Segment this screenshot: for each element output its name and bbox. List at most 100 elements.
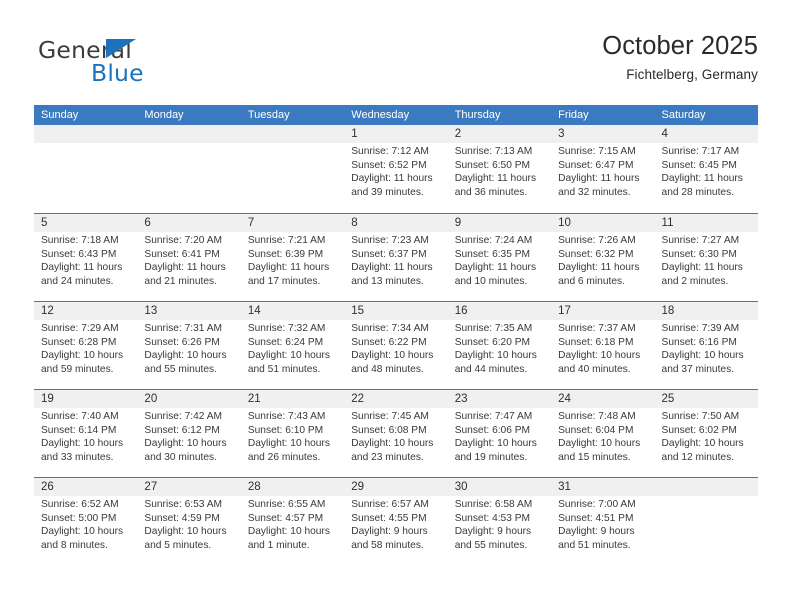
daylight-duration-line2: and 37 minutes. (661, 363, 735, 375)
day-sun-info: Sunrise: 7:26 AM Sunset: 6:32 PM Daylight:… (558, 234, 648, 288)
daylight-duration-line1: Daylight: 11 hours (144, 262, 226, 274)
day-number: 6 (144, 217, 151, 229)
weekday-header-friday: Friday (558, 109, 589, 121)
calendar-day-cell[interactable]: 14 Sunrise: 7:32 AM Sunset: 6:24 PM Dayligh… (241, 302, 344, 389)
calendar-day-cell[interactable]: 4 Sunrise: 7:17 AM Sunset: 6:45 PM Daylight… (655, 125, 758, 213)
calendar-day-cell[interactable]: 3 Sunrise: 7:15 AM Sunset: 6:47 PM Daylight… (551, 125, 654, 213)
calendar-day-cell[interactable]: 19 Sunrise: 7:40 AM Sunset: 6:14 PM Dayligh… (34, 390, 137, 477)
calendar-day-cell[interactable]: 13 Sunrise: 7:31 AM Sunset: 6:26 PM Dayligh… (137, 302, 240, 389)
sunset-time: Sunset: 4:51 PM (558, 512, 634, 524)
calendar-day-cell[interactable]: 30 Sunrise: 6:58 AM Sunset: 4:53 PM Dayligh… (448, 478, 551, 565)
calendar-day-cell[interactable]: 8 Sunrise: 7:23 AM Sunset: 6:37 PM Daylight… (344, 214, 447, 301)
daylight-duration-line2: and 21 minutes. (144, 275, 217, 287)
daylight-duration-line1: Daylight: 10 hours (41, 438, 124, 450)
sunrise-time: Sunrise: 7:34 AM (351, 323, 429, 334)
day-sun-info: Sunrise: 7:23 AM Sunset: 6:37 PM Daylight:… (351, 234, 441, 288)
day-number: 31 (558, 481, 571, 493)
daylight-duration-line2: and 48 minutes. (351, 363, 424, 375)
daylight-duration-line1: Daylight: 11 hours (558, 173, 640, 185)
calendar-week-row: 19 Sunrise: 7:40 AM Sunset: 6:14 PM Dayligh… (34, 389, 758, 477)
calendar-day-cell[interactable]: 31 Sunrise: 7:00 AM Sunset: 4:51 PM Dayligh… (551, 478, 654, 565)
daylight-duration-line2: and 40 minutes. (558, 363, 631, 375)
sunrise-time: Sunrise: 7:40 AM (41, 411, 119, 422)
sunset-time: Sunset: 6:35 PM (454, 248, 531, 260)
sunrise-time: Sunrise: 6:52 AM (41, 499, 119, 510)
calendar-day-cell[interactable]: 15 Sunrise: 7:34 AM Sunset: 6:22 PM Dayligh… (344, 302, 447, 389)
calendar-weeks: 1 Sunrise: 7:12 AM Sunset: 6:52 PM Daylight… (34, 125, 758, 565)
calendar-day-cell[interactable]: 10 Sunrise: 7:26 AM Sunset: 6:32 PM Dayligh… (551, 214, 654, 301)
sunset-time: Sunset: 6:50 PM (454, 159, 531, 171)
calendar-day-cell[interactable]: 22 Sunrise: 7:45 AM Sunset: 6:08 PM Dayligh… (344, 390, 447, 477)
day-number: 9 (454, 217, 462, 229)
day-sun-info: Sunrise: 7:32 AM Sunset: 6:24 PM Daylight:… (248, 322, 338, 376)
calendar-day-cell[interactable]: 5 Sunrise: 7:18 AM Sunset: 6:43 PM Daylight… (34, 214, 137, 301)
calendar-day-cell[interactable]: 18 Sunrise: 7:39 AM Sunset: 6:16 PM Dayligh… (655, 302, 758, 389)
calendar-day-cell[interactable]: 11 Sunrise: 7:27 AM Sunset: 6:30 PM Dayligh… (655, 214, 758, 301)
daylight-duration-line1: Daylight: 11 hours (247, 262, 330, 274)
calendar-day-cell[interactable]: 23 Sunrise: 7:47 AM Sunset: 6:06 PM Dayligh… (448, 390, 551, 477)
day-number: 5 (41, 217, 48, 229)
calendar-day-cell[interactable]: 1 Sunrise: 7:12 AM Sunset: 6:52 PM Daylight… (344, 125, 447, 213)
daylight-duration-line1: Daylight: 10 hours (351, 350, 434, 362)
sunrise-time: Sunrise: 6:58 AM (454, 499, 533, 510)
sunset-time: Sunset: 6:02 PM (661, 424, 737, 436)
daylight-duration-line2: and 10 minutes. (454, 275, 528, 287)
calendar-day-cell[interactable]: 26 Sunrise: 6:52 AM Sunset: 5:00 PM Dayligh… (34, 478, 137, 565)
daylight-duration-line1: Daylight: 10 hours (661, 350, 744, 362)
day-number: 18 (661, 305, 675, 317)
calendar-day-cell[interactable]: 29 Sunrise: 6:57 AM Sunset: 4:55 PM Dayligh… (344, 478, 447, 565)
calendar-day-cell[interactable]: 28 Sunrise: 6:55 AM Sunset: 4:57 PM Dayligh… (241, 478, 344, 565)
sunrise-time: Sunrise: 7:43 AM (247, 411, 326, 422)
calendar-day-cell[interactable]: 12 Sunrise: 7:29 AM Sunset: 6:28 PM Dayligh… (34, 302, 137, 389)
daylight-duration-line2: and 51 minutes. (558, 539, 631, 551)
sunset-time: Sunset: 6:45 PM (661, 159, 737, 171)
calendar-day-cell[interactable]: 27 Sunrise: 6:53 AM Sunset: 4:59 PM Dayligh… (137, 478, 240, 565)
calendar-day-cell[interactable]: 21 Sunrise: 7:43 AM Sunset: 6:10 PM Dayligh… (241, 390, 344, 477)
sunset-time: Sunset: 6:26 PM (144, 336, 220, 348)
calendar-day-cell[interactable]: 20 Sunrise: 7:42 AM Sunset: 6:12 PM Dayligh… (137, 390, 240, 477)
day-number: 11 (661, 217, 674, 229)
daylight-duration-line2: and 5 minutes. (144, 539, 212, 551)
day-sun-info: Sunrise: 7:21 AM Sunset: 6:39 PM Daylight:… (248, 234, 338, 288)
calendar-day-cell[interactable]: 7 Sunrise: 7:21 AM Sunset: 6:39 PM Daylight… (241, 214, 344, 301)
sunrise-time: Sunrise: 6:53 AM (144, 499, 223, 510)
sunrise-time: Sunrise: 7:42 AM (144, 411, 223, 422)
daylight-duration-line2: and 24 minutes. (41, 275, 114, 287)
page-header: General Blue October 2025 Fichtelberg, G… (34, 30, 758, 92)
day-number: 19 (41, 393, 54, 405)
sunrise-time: Sunrise: 7:47 AM (454, 411, 533, 422)
daylight-duration-line2: and 15 minutes. (558, 451, 631, 463)
calendar-grid: Sunday Monday Tuesday Wednesday Thursday… (34, 105, 758, 565)
calendar-day-cell[interactable]: 16 Sunrise: 7:35 AM Sunset: 6:20 PM Dayligh… (448, 302, 551, 389)
brand-logo[interactable]: General Blue (34, 30, 294, 88)
sunset-time: Sunset: 6:08 PM (351, 424, 427, 436)
day-sun-info: Sunrise: 7:29 AM Sunset: 6:28 PM Daylight:… (41, 322, 131, 376)
sunrise-time: Sunrise: 7:15 AM (558, 146, 636, 157)
sunrise-time: Sunrise: 7:13 AM (454, 146, 533, 157)
sunrise-time: Sunrise: 7:45 AM (351, 411, 429, 422)
calendar-day-cell[interactable]: 17 Sunrise: 7:37 AM Sunset: 6:18 PM Dayligh… (551, 302, 654, 389)
calendar-day-cell[interactable]: 25 Sunrise: 7:50 AM Sunset: 6:02 PM Dayligh… (655, 390, 758, 477)
daylight-duration-line2: and 26 minutes. (247, 451, 321, 463)
daylight-duration-line1: Daylight: 10 hours (454, 350, 537, 362)
calendar-day-cell[interactable]: 6 Sunrise: 7:20 AM Sunset: 6:41 PM Daylight… (137, 214, 240, 301)
weekday-header-wednesday: Wednesday (351, 109, 410, 121)
sunrise-time: Sunrise: 7:00 AM (558, 499, 636, 510)
daylight-duration-line1: Daylight: 11 hours (661, 173, 743, 185)
daylight-duration-line1: Daylight: 9 hours (351, 526, 428, 538)
day-number: 7 (247, 217, 255, 229)
day-number: 21 (247, 393, 261, 405)
daylight-duration-line1: Daylight: 11 hours (351, 262, 433, 274)
daylight-duration-line1: Daylight: 11 hours (661, 262, 743, 274)
daylight-duration-line2: and 19 minutes. (454, 451, 528, 463)
calendar-day-cell[interactable]: 9 Sunrise: 7:24 AM Sunset: 6:35 PM Daylight… (448, 214, 551, 301)
calendar-day-cell[interactable]: 24 Sunrise: 7:48 AM Sunset: 6:04 PM Dayligh… (551, 390, 654, 477)
calendar-day-cell-empty (34, 125, 137, 213)
daylight-duration-line1: Daylight: 10 hours (144, 438, 227, 450)
daylight-duration-line2: and 17 minutes. (247, 275, 321, 287)
daylight-duration-line2: and 2 minutes. (661, 275, 729, 287)
day-number: 20 (144, 393, 158, 405)
calendar-week-row: 5 Sunrise: 7:18 AM Sunset: 6:43 PM Daylight… (34, 213, 758, 301)
day-sun-info: Sunrise: 7:20 AM Sunset: 6:41 PM Daylight:… (144, 234, 234, 288)
calendar-day-cell[interactable]: 2 Sunrise: 7:13 AM Sunset: 6:50 PM Daylight… (448, 125, 551, 213)
